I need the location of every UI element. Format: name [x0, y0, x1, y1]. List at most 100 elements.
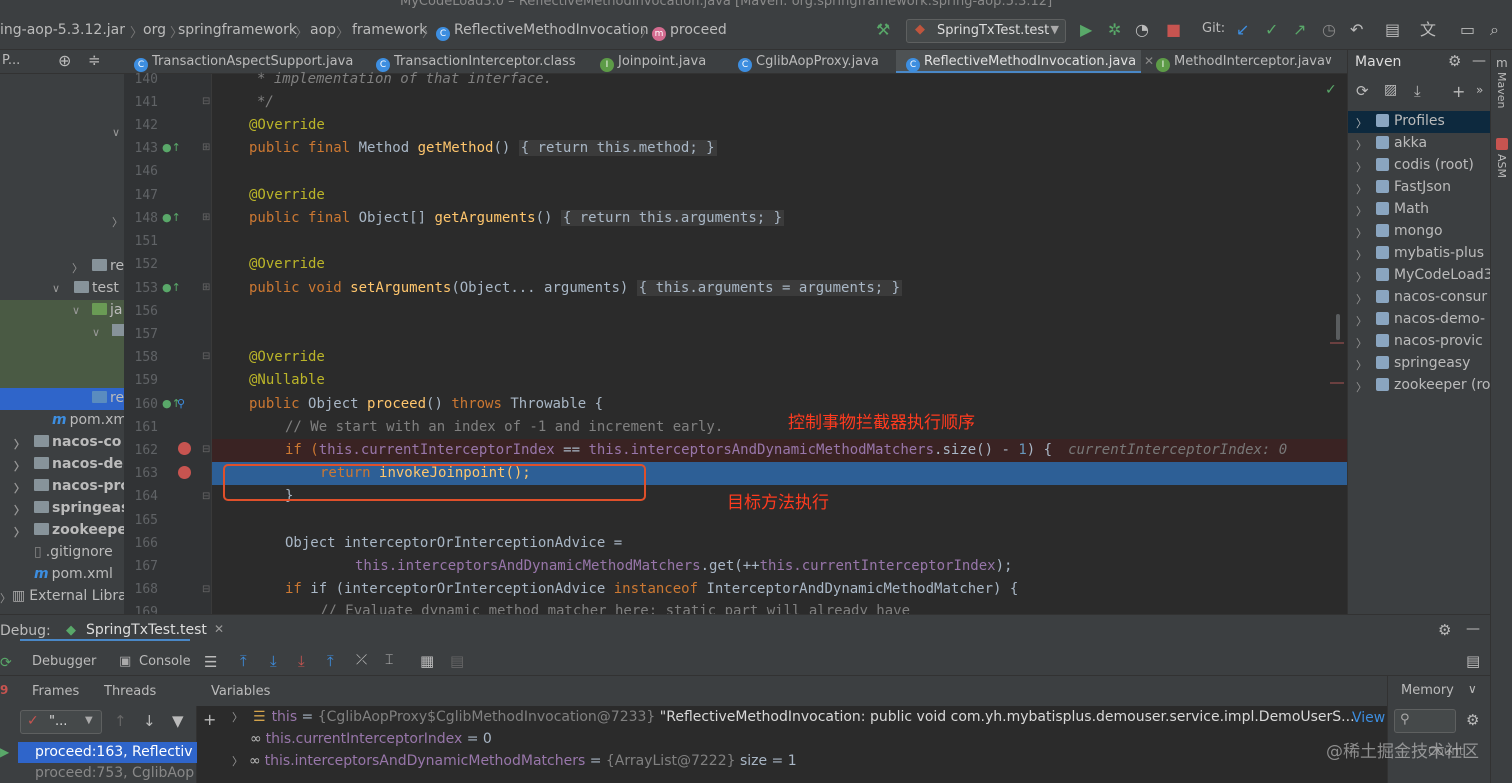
step-into-icon[interactable]: ⤓ [298, 652, 305, 670]
breakpoint-icon[interactable] [178, 442, 191, 455]
error-stripe-marker[interactable] [1330, 382, 1344, 384]
menu-icon[interactable]: ☰ [204, 653, 217, 671]
run-to-cursor-icon[interactable]: ⌶ [385, 652, 393, 668]
maven-item-profiles[interactable]: 〉 Profiles [1348, 111, 1490, 133]
layout-icon[interactable]: ▤ [1466, 652, 1480, 670]
maven-item[interactable]: 〉 akka [1348, 133, 1490, 155]
generate-sources-icon[interactable]: ▨ [1384, 82, 1397, 98]
git-commit-icon[interactable]: ✓ [1265, 20, 1278, 40]
translate-icon[interactable]: 文 [1420, 20, 1436, 40]
tab-threads[interactable]: Threads [104, 684, 156, 699]
override-marker-icon[interactable]: ●↑ [162, 141, 181, 154]
inspection-ok-icon[interactable]: ✓ [1325, 82, 1337, 98]
maven-item[interactable]: 〉 FastJson [1348, 177, 1490, 199]
tree-item[interactable]: m pom.xml [0, 564, 124, 586]
download-icon[interactable]: ⤓ [1414, 82, 1421, 100]
breadcrumb-class[interactable]: C ReflectiveMethodInvocation [436, 22, 649, 41]
tab-frames[interactable]: Frames [32, 684, 79, 699]
maven-item[interactable]: 〉 mongo [1348, 221, 1490, 243]
step-over-icon[interactable]: ⤓ [270, 652, 277, 670]
memory-tab[interactable]: Memory [1401, 683, 1454, 698]
fold-icon[interactable]: ⊞ [202, 142, 210, 153]
run-configuration-selector[interactable]: ◆ SpringTxTest.test ▼ [906, 19, 1066, 43]
git-update-icon[interactable]: ↙ [1236, 20, 1249, 40]
run-icon[interactable]: ▶ [1080, 20, 1092, 40]
undo-icon[interactable]: ↶ [1350, 20, 1363, 40]
search-icon[interactable]: ⌕ [1490, 20, 1499, 40]
tree-item[interactable]: ▯ .gitignore [0, 542, 124, 564]
maven-item[interactable]: 〉 nacos-provic [1348, 331, 1490, 353]
variable-row[interactable]: ∞ this.currentInterceptorIndex = 0 [250, 731, 492, 747]
reload-icon[interactable]: ⟳ [1356, 82, 1369, 100]
arrow-down-icon[interactable]: ↓ [143, 712, 156, 730]
close-icon[interactable]: ✕ [214, 622, 224, 636]
tree-item[interactable]: 〉 nacos-co [0, 432, 124, 454]
maven-item[interactable]: 〉 nacos-demo- [1348, 309, 1490, 331]
close-icon[interactable]: ✕ [1144, 54, 1154, 68]
collapse-all-icon[interactable]: ≑ [88, 51, 101, 69]
step-out-icon[interactable]: ⤒ [327, 652, 334, 670]
chevron-down-icon[interactable]: ∨ [1468, 682, 1477, 696]
view-link[interactable]: View [1352, 710, 1385, 726]
breadcrumb-springframework[interactable]: springframework [178, 22, 297, 38]
breadcrumb-aop[interactable]: aop [310, 22, 336, 38]
debug-search-icon[interactable]: ⚲ [177, 397, 185, 410]
tree-item[interactable]: 〉 ▥ External Libra [0, 586, 124, 608]
fold-icon[interactable]: ⊟ [202, 491, 210, 502]
add-watch-icon[interactable]: + [203, 710, 216, 729]
fold-icon[interactable]: ⊟ [202, 96, 210, 107]
expand-arrow-icon[interactable]: ∨ [112, 126, 120, 139]
more-icon[interactable]: » [1476, 83, 1483, 97]
maven-item[interactable]: 〉 springeasy [1348, 353, 1490, 375]
add-icon[interactable]: + [1452, 82, 1465, 101]
maven-item[interactable]: 〉 nacos-consur [1348, 287, 1490, 309]
fold-icon[interactable]: ⊞ [202, 212, 210, 223]
git-push-icon[interactable]: ↗ [1293, 20, 1306, 40]
tab-console[interactable]: Console [139, 654, 191, 669]
resume-icon[interactable]: ▶ [0, 745, 9, 759]
breadcrumb-org[interactable]: org [143, 22, 166, 38]
maven-item[interactable]: 〉 Math [1348, 199, 1490, 221]
tree-item[interactable]: ∨ ja [0, 300, 124, 322]
drop-frame-icon[interactable]: ⤫ [356, 652, 367, 668]
build-hammer-icon[interactable]: ⚒ [876, 20, 890, 40]
error-stripe-marker[interactable] [1330, 342, 1344, 344]
maven-item[interactable]: 〉 MyCodeLoad3 [1348, 265, 1490, 287]
tree-item[interactable]: 〉 nacos-pro [0, 476, 124, 498]
override-marker-icon[interactable]: ●↑ [162, 211, 181, 224]
frame-row[interactable]: proceed:753, CglibAop [18, 763, 197, 783]
breadcrumb-method[interactable]: m proceed [652, 22, 727, 41]
debug-session-tab[interactable]: SpringTxTest.test [86, 622, 207, 638]
trace-icon[interactable]: ▤ [450, 652, 464, 670]
tab-method-interceptor[interactable]: I MethodInterceptor.java [1156, 50, 1325, 73]
override-marker-icon[interactable]: ●↑ [162, 281, 181, 294]
tree-item[interactable]: re [0, 388, 124, 410]
asm-tool-window-button[interactable]: ASM [1495, 154, 1508, 178]
tab-joinpoint[interactable]: I Joinpoint.java [600, 50, 706, 73]
tree-item[interactable]: m pom.xm [0, 410, 124, 432]
thread-selector[interactable]: ✓ "... ▼ [20, 710, 102, 734]
fold-icon[interactable]: ⊞ [202, 282, 210, 293]
editor-scrollbar-thumb[interactable] [1336, 314, 1340, 340]
fold-icon[interactable]: ⊟ [202, 444, 210, 455]
project-structure-icon[interactable]: ▤ [1385, 20, 1400, 40]
filter-icon[interactable]: ▼ [172, 712, 184, 730]
stop-icon[interactable]: ■ [1166, 20, 1181, 40]
coverage-icon[interactable]: ◔ [1135, 20, 1149, 40]
fold-icon[interactable]: ⊟ [202, 584, 210, 595]
breakpoint-icon[interactable] [178, 466, 191, 479]
expand-arrow-icon[interactable]: 〉 [112, 214, 123, 230]
window-icon[interactable]: ▭ [1460, 20, 1475, 40]
history-icon[interactable]: ◷ [1322, 20, 1336, 40]
minimize-icon[interactable]: — [1466, 621, 1480, 637]
expand-arrow-icon[interactable]: 〉 [232, 711, 243, 724]
chevron-down-icon[interactable]: ∨ [1324, 53, 1333, 67]
memory-search-input[interactable]: ⚲ [1394, 709, 1456, 733]
minimize-icon[interactable]: — [1472, 53, 1486, 69]
expand-arrow-icon[interactable]: ∨ [92, 326, 100, 339]
variable-row[interactable]: 〉 ☰ this = {CglibAopProxy$CglibMethodInvoc… [232, 709, 1355, 725]
evaluate-expression-icon[interactable]: ▦ [420, 652, 434, 670]
gear-icon[interactable]: ⚙ [1448, 52, 1461, 70]
maven-tool-window-button[interactable]: Maven [1495, 72, 1508, 108]
arrow-up-icon[interactable]: ↑ [114, 712, 127, 730]
